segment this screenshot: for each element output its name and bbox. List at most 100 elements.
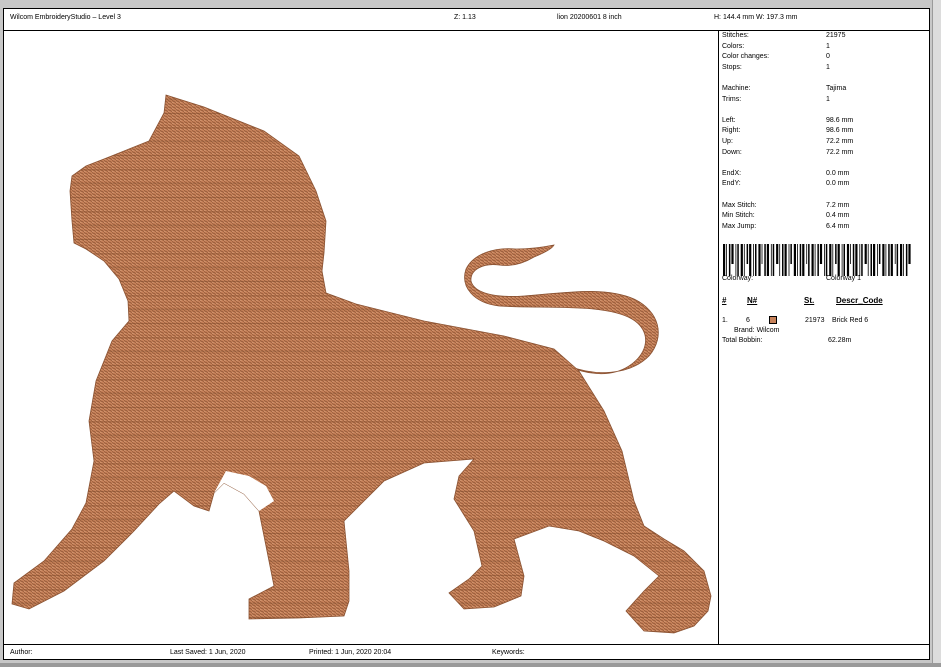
row-brand: Brand: Wilcom <box>734 327 780 334</box>
barcode-bar <box>761 244 763 264</box>
barcode-bar <box>764 244 766 276</box>
endx-value: 0.0 mm <box>826 169 850 177</box>
min-stitch-label: Min Stitch: <box>722 212 755 220</box>
barcode-bar <box>772 244 775 276</box>
row-description: Brick Red 6 <box>832 317 869 324</box>
barcode-bar <box>837 244 840 276</box>
colors-label: Colors: <box>722 42 745 50</box>
right-value: 98.6 mm <box>826 127 854 135</box>
footer-author: Author: <box>10 649 33 656</box>
barcode-bar <box>806 244 808 264</box>
barcode-bar <box>870 244 872 276</box>
down-value: 72.2 mm <box>826 148 854 156</box>
barcode-bar <box>731 244 734 264</box>
barcode-bar <box>808 244 810 276</box>
row-stitches: 21973 <box>805 317 825 324</box>
barcode-bar <box>793 244 796 276</box>
barcode-bar <box>770 244 772 276</box>
barcode-bar <box>855 244 858 276</box>
barcode-bar <box>788 244 790 276</box>
colorway-row: Colorway: Colorway 1 <box>722 275 922 282</box>
colorway-value: Colorway 1 <box>826 275 862 282</box>
stops-value: 1 <box>826 63 830 71</box>
barcode-bar <box>890 244 893 276</box>
barcode-bar <box>753 244 754 276</box>
up-value: 72.2 mm <box>826 137 854 145</box>
trims-value: 1 <box>826 95 830 103</box>
table-header-index: # <box>722 296 727 305</box>
max-stitch-label: Max Stitch: <box>722 201 757 209</box>
barcode-bar <box>835 244 837 264</box>
barcode-bar <box>819 244 823 264</box>
barcode-bar <box>766 244 769 276</box>
barcode-bar <box>846 244 850 276</box>
embroidery-design-canvas <box>11 94 712 634</box>
zoom-level: Z: 1.13 <box>454 14 476 21</box>
design-filename: lion 20200601 8 inch <box>557 14 622 21</box>
right-label: Right: <box>722 127 741 135</box>
machine-label: Machine: <box>722 84 751 92</box>
design-barcode <box>723 244 911 276</box>
left-label: Left: <box>722 116 736 124</box>
row-needle: 6 <box>746 317 750 324</box>
barcode-bar <box>864 244 867 264</box>
lion-embroidery <box>11 94 712 634</box>
barcode-bar <box>728 244 731 276</box>
up-label: Up: <box>722 137 733 145</box>
barcode-bar <box>737 244 739 276</box>
barcode-bar <box>905 244 908 276</box>
window-bottom-edge <box>0 663 941 667</box>
barcode-bar <box>784 244 787 276</box>
barcode-bar <box>817 244 819 276</box>
barcode-bar <box>832 244 834 276</box>
barcode-bar <box>746 244 749 264</box>
barcode-bar <box>850 244 851 264</box>
design-size: H: 144.4 mm W: 197.3 mm <box>714 14 798 21</box>
thread-color-swatch <box>769 316 777 324</box>
total-bobbin-label: Total Bobbin: <box>722 337 763 344</box>
barcode-bar <box>723 244 726 276</box>
max-jump-label: Max Jump: <box>722 222 757 230</box>
row-index: 1. <box>722 317 728 324</box>
barcode-bar <box>885 244 887 276</box>
design-statistics: Stitches: 21975 Colors: 1 Color changes: 0 … <box>722 31 928 232</box>
color-changes-label: Color changes: <box>722 53 770 61</box>
color-changes-value: 0 <box>826 53 830 61</box>
barcode-bar <box>873 244 876 276</box>
max-jump-value: 6.4 mm <box>826 222 850 230</box>
endx-label: EndX: <box>722 169 742 177</box>
print-preview-sheet: Wilcom EmbroideryStudio – Level 3 Z: 1.1… <box>3 8 930 660</box>
barcode-bar <box>726 244 727 276</box>
colors-value: 1 <box>826 42 830 50</box>
barcode-bar <box>903 244 904 276</box>
barcode-bar <box>852 244 855 276</box>
footer-last-saved: Last Saved: 1 Jun, 2020 <box>170 649 246 656</box>
barcode-bar <box>878 244 881 264</box>
barcode-bar <box>859 244 861 276</box>
left-value: 98.6 mm <box>826 116 854 124</box>
barcode-bar <box>776 244 779 264</box>
table-header-stitches: St. <box>804 296 815 305</box>
barcode-bar <box>882 244 885 276</box>
column-divider <box>718 30 719 645</box>
barcode-bar <box>824 244 825 276</box>
endy-value: 0.0 mm <box>826 180 850 188</box>
endy-label: EndY: <box>722 180 741 188</box>
barcode-bar <box>888 244 890 276</box>
barcode-bar <box>755 244 757 276</box>
barcode-bar <box>749 244 752 276</box>
barcode-bar <box>894 244 896 264</box>
table-header-n: N# <box>747 296 758 305</box>
min-stitch-value: 0.4 mm <box>826 212 850 220</box>
stops-label: Stops: <box>722 63 742 71</box>
barcode-bar <box>811 244 814 276</box>
footer-printed: Printed: 1 Jun, 2020 20:04 <box>309 649 392 656</box>
barcode-bar <box>779 244 781 276</box>
barcode-bar <box>802 244 805 276</box>
barcode-bar <box>825 244 828 276</box>
total-bobbin-value: 62.28m <box>828 337 852 344</box>
max-stitch-value: 7.2 mm <box>826 201 850 209</box>
stitches-label: Stitches: <box>722 32 749 39</box>
barcode-bar <box>896 244 899 276</box>
window-scrollbar[interactable] <box>932 0 941 667</box>
